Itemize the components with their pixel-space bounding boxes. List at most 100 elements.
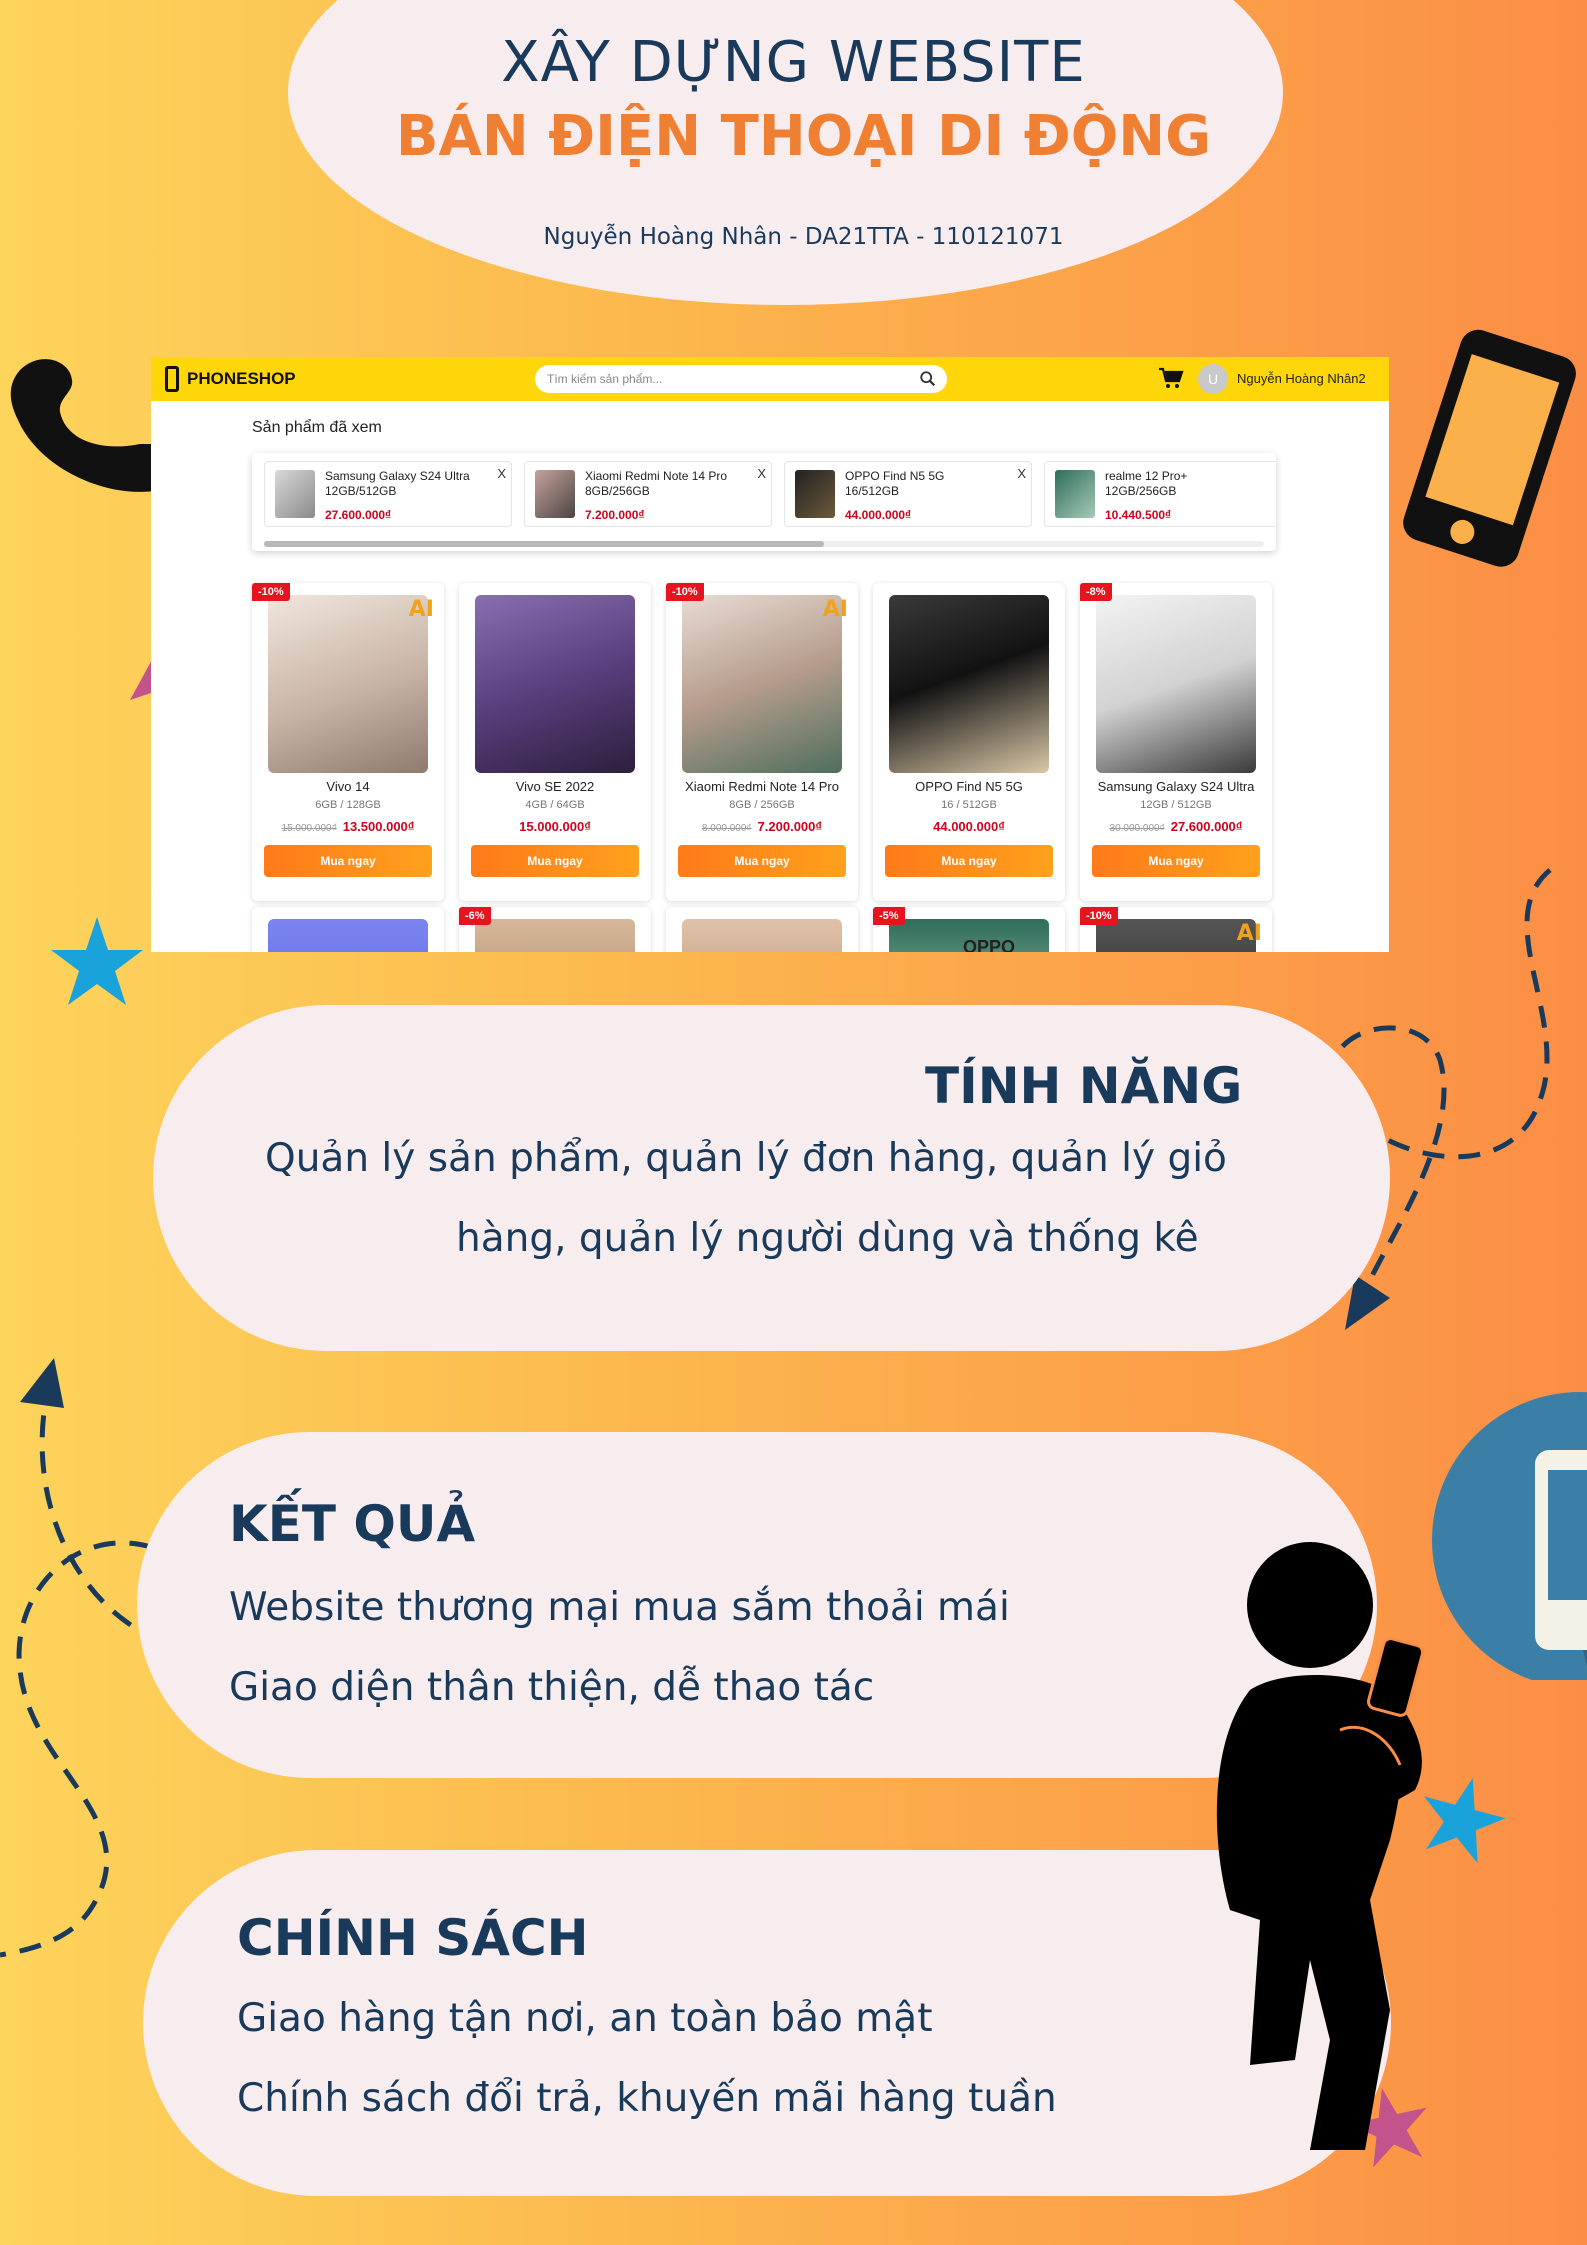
shop-navbar: PHONESHOP Tìm kiếm sản phẩm... U Nguyễn … (151, 357, 1389, 401)
remove-button[interactable]: X (497, 466, 506, 481)
features-text-line2: hàng, quản lý người dùng và thống kê (456, 1216, 1199, 1261)
person-silhouette-icon (1216, 1542, 1425, 2150)
product-thumbnail (795, 470, 835, 518)
recently-viewed-item[interactable]: OPPO Find N5 5G 16/512GB 44.000.000₫ X (784, 461, 1032, 527)
results-title: KẾT QUẢ (229, 1495, 476, 1553)
shop-logo[interactable]: PHONESHOP (165, 363, 296, 395)
product-image (682, 919, 842, 952)
old-price: 30.000.000₫ (1109, 823, 1165, 834)
product-card[interactable]: -10% AI (1080, 907, 1272, 952)
horizontal-scrollbar[interactable] (264, 541, 1264, 547)
product-card[interactable]: -8% Samsung Galaxy S24 Ultra 12GB / 512G… (1080, 583, 1272, 901)
recently-viewed-item[interactable]: Xiaomi Redmi Note 14 Pro 8GB/256GB 7.200… (524, 461, 772, 527)
recently-viewed-title: Sản phẩm đã xem (252, 419, 382, 436)
avatar[interactable]: U (1198, 364, 1228, 394)
sale-price: 7.200.000₫ (757, 819, 823, 834)
product-name: Vivo SE 2022 (515, 779, 595, 794)
ai-badge: AI (408, 597, 434, 622)
discount-badge: -10% (252, 583, 290, 601)
policy-title: CHÍNH SÁCH (237, 1909, 589, 1967)
poster-title-line2: BÁN ĐIỆN THOẠI DI ĐỘNG (395, 104, 1212, 169)
discount-badge: -8% (1080, 583, 1112, 601)
blue-circle-tablet-icon (1432, 1392, 1587, 1680)
poster-title-line1: XÂY DỰNG WEBSITE (501, 30, 1086, 95)
recently-viewed-item[interactable]: Samsung Galaxy S24 Ultra 12GB/512GB 27.6… (264, 461, 512, 527)
buy-now-button[interactable]: Mua ngay (1092, 845, 1260, 877)
product-price: 44.000.000₫ (873, 819, 1065, 834)
product-card[interactable]: -5% OPPO (873, 907, 1065, 952)
recently-viewed-item[interactable]: realme 12 Pro+ 12GB/256GB 10.440.500₫ (1044, 461, 1276, 527)
poster-author: Nguyễn Hoàng Nhân - DA21TTA - 110121071 (543, 224, 1064, 250)
product-thumbnail (275, 470, 315, 518)
product-card[interactable] (252, 907, 444, 952)
username[interactable]: Nguyễn Hoàng Nhân2 (1237, 371, 1366, 386)
product-name: Xiaomi Redmi Note 14 Pro (685, 779, 839, 794)
policy-text-line1: Giao hàng tận nơi, an toàn bảo mật (237, 1996, 933, 2041)
features-text-line1: Quản lý sản phẩm, quản lý đơn hàng, quản… (265, 1136, 1227, 1181)
product-thumbnail (535, 470, 575, 518)
scrollbar-thumb[interactable] (264, 541, 824, 547)
product-price: 15.000.000₫ (459, 819, 651, 834)
buy-now-button[interactable]: Mua ngay (678, 845, 846, 877)
product-spec: 16 / 512GB (941, 799, 997, 811)
remove-button[interactable]: X (1017, 466, 1026, 481)
star-blue-icon (51, 917, 143, 1005)
product-card[interactable]: OPPO Find N5 5G 16 / 512GB 44.000.000₫ M… (873, 583, 1065, 901)
recently-viewed-name: Samsung Galaxy S24 Ultra 12GB/512GB (325, 469, 470, 498)
product-spec: 6GB / 128GB (315, 799, 381, 811)
product-image (889, 595, 1049, 773)
old-price: 15.000.000₫ (281, 823, 337, 834)
features-title: TÍNH NĂNG (925, 1057, 1243, 1115)
product-name: Samsung Galaxy S24 Ultra (1097, 779, 1255, 794)
discount-badge: -10% (666, 583, 704, 601)
buy-now-button[interactable]: Mua ngay (471, 845, 639, 877)
search-icon[interactable] (919, 370, 937, 388)
discount-badge: -5% (873, 907, 905, 925)
recently-viewed-name: OPPO Find N5 5G 16/512GB (845, 469, 945, 498)
discount-badge: -6% (459, 907, 491, 925)
cart-icon[interactable] (1158, 367, 1184, 389)
remove-button[interactable]: X (757, 466, 766, 481)
results-text-line1: Website thương mại mua sắm thoải mái (229, 1585, 1010, 1630)
sale-price: 15.000.000₫ (519, 819, 591, 834)
recently-viewed-price: 27.600.000₫ (325, 508, 392, 522)
product-spec: 12GB / 512GB (1140, 799, 1212, 811)
product-price: 30.000.000₫ 27.600.000₫ (1080, 819, 1272, 834)
product-card[interactable]: -6% (459, 907, 651, 952)
product-card[interactable]: -10% AI Vivo 14 6GB / 128GB 15.000.000₫ 1… (252, 583, 444, 901)
sale-price: 44.000.000₫ (933, 819, 1005, 834)
product-spec: 8GB / 256GB (729, 799, 795, 811)
ai-badge: AI (822, 597, 848, 622)
product-image (268, 595, 428, 773)
recently-viewed-price: 7.200.000₫ (585, 508, 645, 522)
sale-price: 13.500.000₫ (342, 819, 415, 834)
phone-handset-icon (10, 359, 160, 492)
product-card[interactable]: Vivo SE 2022 4GB / 64GB 15.000.000₫ Mua … (459, 583, 651, 901)
recently-viewed-list: Samsung Galaxy S24 Ultra 12GB/512GB 27.6… (252, 453, 1276, 551)
product-price: 15.000.000₫ 13.500.000₫ (252, 819, 444, 834)
sale-price: 27.600.000₫ (1170, 819, 1243, 834)
product-name: Vivo 14 (326, 779, 370, 794)
results-text-line2: Giao diện thân thiện, dễ thao tác (229, 1665, 875, 1710)
product-image (475, 919, 635, 952)
product-spec: 4GB / 64GB (525, 799, 585, 811)
product-card[interactable] (666, 907, 858, 952)
search-input[interactable]: Tìm kiếm sản phẩm... (535, 365, 947, 393)
recently-viewed-name: Xiaomi Redmi Note 14 Pro 8GB/256GB (585, 469, 728, 498)
discount-badge: -10% (1080, 907, 1118, 925)
buy-now-button[interactable]: Mua ngay (264, 845, 432, 877)
product-image (1096, 919, 1256, 952)
smartphone-icon (1403, 329, 1576, 567)
product-card[interactable]: -10% AI Xiaomi Redmi Note 14 Pro 8GB / 2… (666, 583, 858, 901)
poster: XÂY DỰNG WEBSITE BÁN ĐIỆN THOẠI DI ĐỘNG … (0, 0, 1587, 2245)
recently-viewed-price: 10.440.500₫ (1105, 508, 1172, 522)
website-screenshot: PHONESHOP Tìm kiếm sản phẩm... U Nguyễn … (151, 357, 1389, 952)
product-name: OPPO Find N5 5G (915, 779, 1023, 794)
search-placeholder: Tìm kiếm sản phẩm... (547, 372, 663, 386)
product-image (268, 919, 428, 952)
product-image (1096, 595, 1256, 773)
product-image (682, 595, 842, 773)
product-thumbnail (1055, 470, 1095, 518)
phone-logo-icon (165, 366, 179, 392)
buy-now-button[interactable]: Mua ngay (885, 845, 1053, 877)
